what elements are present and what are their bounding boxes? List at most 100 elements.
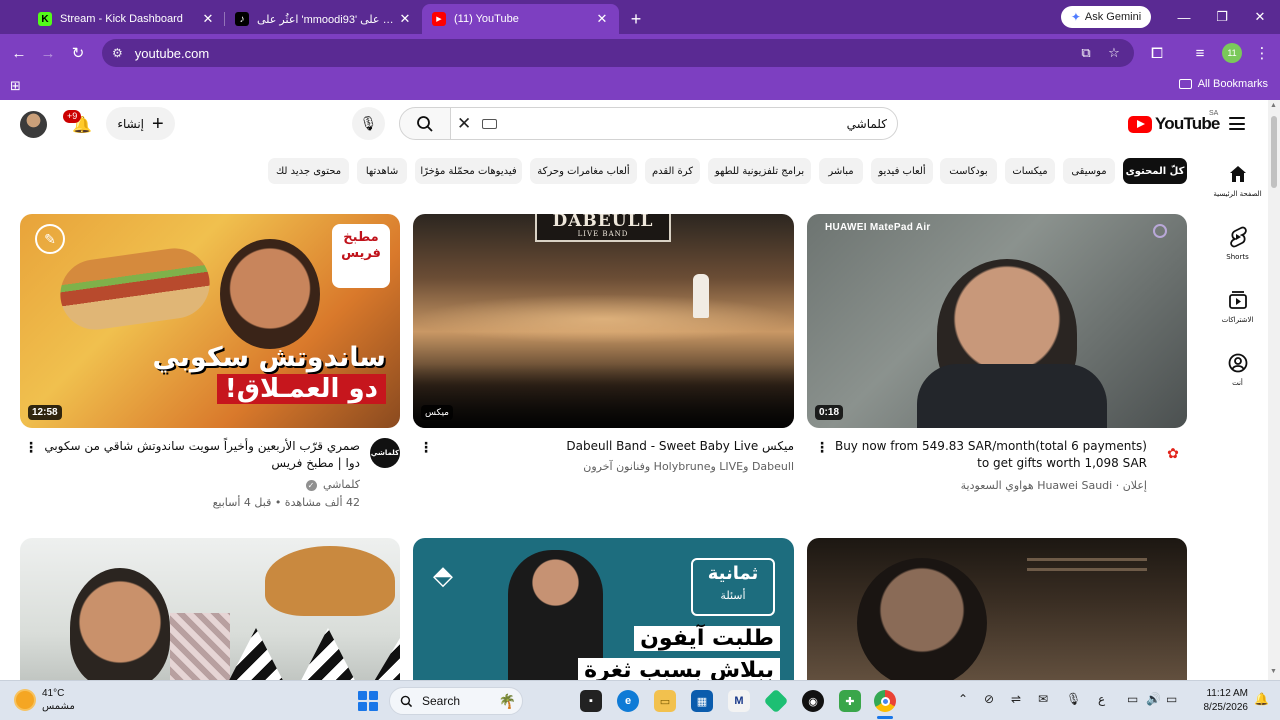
bookmark-star-icon[interactable]: ☆	[1104, 43, 1124, 63]
video-thumbnail[interactable]: مطبخ فريس ✎ ساندوتش سكوبي دو العمـلاق! 1…	[20, 214, 400, 428]
hamburger-menu-icon[interactable]	[1229, 117, 1245, 130]
taskbar-app-mail-icon[interactable]: M	[728, 690, 750, 712]
close-tab-icon[interactable]: ✕	[398, 11, 412, 27]
video-thumbnail[interactable]: ⬘ ثمانية أسئلة طلبت آيفون ببلاش بسبب ثغر…	[413, 538, 794, 680]
input-language-indicator[interactable]: ع	[1098, 692, 1105, 706]
chip-video-games[interactable]: ألعاب فيديو	[871, 158, 933, 184]
chip-action-adventure-games[interactable]: ألعاب مغامرات وحركة	[530, 158, 637, 184]
chip-all[interactable]: كلّ المحتوى	[1123, 158, 1187, 184]
video-mix-meta[interactable]: Dabeull وLIVE وHolybrune وفنانون آخرون	[440, 458, 794, 475]
taskbar-app-edge-icon[interactable]: e	[617, 690, 639, 712]
sidebar-item-shorts[interactable]: Shorts	[1210, 225, 1265, 261]
chip-recently-uploaded[interactable]: فيديوهات محمّلة مؤخرًا	[415, 158, 522, 184]
thumbnail-crowd-glow	[413, 294, 794, 344]
video-thumbnail[interactable]	[20, 538, 400, 680]
new-tab-button[interactable]: +	[621, 4, 651, 34]
scroll-up-arrow-icon[interactable]: ▲	[1270, 102, 1277, 109]
video-thumbnail[interactable]	[807, 538, 1187, 680]
kick-icon: K	[38, 12, 52, 26]
video-title[interactable]: ميكس Dabeull Band - Sweet Baby Live	[440, 438, 794, 455]
sidebar-item-you[interactable]: أنت	[1210, 351, 1265, 387]
taskbar-app-diamond-icon[interactable]	[763, 688, 789, 714]
chip-music[interactable]: موسيقى	[1063, 158, 1115, 184]
close-window-button[interactable]: ✕	[1241, 0, 1279, 34]
search-button[interactable]	[399, 107, 451, 140]
menu-kebab-icon[interactable]: ⋮	[1250, 41, 1274, 65]
taskbar-app-file-explorer-icon[interactable]: ▭	[654, 690, 676, 712]
youtube-wordmark: YouTube	[1155, 114, 1220, 133]
notification-bell-icon[interactable]: 🔔	[1254, 692, 1269, 706]
video-thumbnail[interactable]: DABEULL LIVE BAND ميكس	[413, 214, 794, 428]
reading-list-icon[interactable]: ≡	[1188, 41, 1212, 65]
site-info-icon[interactable]: ⚙	[112, 46, 123, 60]
taskbar-app-obs-icon[interactable]: ◉	[802, 690, 824, 712]
maximize-window-button[interactable]: ❐	[1203, 0, 1241, 34]
keyboard-icon[interactable]	[482, 119, 497, 129]
ask-gemini-button[interactable]: ✦ Ask Gemini	[1061, 6, 1151, 28]
video-thumbnail[interactable]: HUAWEI MatePad Air 0:18	[807, 214, 1187, 428]
channel-avatar[interactable]: كلماشي	[370, 438, 400, 468]
apps-grid-icon[interactable]: ⊞	[10, 78, 21, 94]
back-button[interactable]: ←	[7, 41, 31, 65]
chip-live[interactable]: مباشر	[819, 158, 863, 184]
show-hidden-icons-chevron-icon[interactable]: ⌃	[958, 692, 968, 706]
channel-name-row[interactable]: كلماشي ✓	[40, 476, 360, 493]
weather-widget[interactable]: 41°C مشمس	[16, 687, 75, 713]
voice-search-mic-icon[interactable]: 🎙	[352, 107, 385, 140]
tiktok-icon: ♪	[235, 12, 249, 26]
scrollbar-thumb[interactable]	[1271, 116, 1277, 188]
more-options-icon[interactable]: ⋮	[24, 440, 38, 454]
settings-sliders-icon[interactable]: ⇌	[1011, 692, 1021, 706]
tab-kick[interactable]: K Stream - Kick Dashboard ✕	[28, 4, 225, 34]
video-title[interactable]: صمري قرّب الأربعين وأخيراً سويت ساندوتش …	[40, 438, 360, 472]
taskbar-app-terminal-icon[interactable]: ▪	[580, 690, 602, 712]
chip-podcasts[interactable]: بودكاست	[940, 158, 997, 184]
chip-new-to-you[interactable]: محتوى جديد لك	[268, 158, 349, 184]
network-off-icon[interactable]: ⊘	[984, 692, 994, 706]
video-ad-meta[interactable]: إعلان · Huawei Saudi هواوي السعودية	[825, 477, 1147, 494]
minimize-window-button[interactable]: —	[1165, 0, 1203, 34]
taskbar-app-store-icon[interactable]: ▦	[691, 690, 713, 712]
extensions-icon[interactable]: ⧠	[1145, 41, 1169, 65]
display-icon[interactable]: ▭	[1127, 692, 1138, 706]
taskbar-app-kick-icon[interactable]: ✚	[839, 690, 861, 712]
battery-icon[interactable]: ▭	[1166, 692, 1177, 706]
close-tab-icon[interactable]: ✕	[201, 11, 215, 27]
tab-youtube[interactable]: ▶ (11) YouTube ✕	[422, 4, 619, 34]
profile-avatar[interactable]: 11	[1222, 43, 1242, 63]
huawei-logo-icon[interactable]: ✿	[1158, 438, 1188, 468]
taskbar-app-chrome-icon[interactable]	[874, 690, 896, 712]
video-title[interactable]: Buy now from 549.83 SAR/month(total 6 pa…	[825, 438, 1147, 472]
chip-cooking-shows[interactable]: برامج تلفزيونية للطهو	[708, 158, 811, 184]
chip-watched[interactable]: شاهدتها	[357, 158, 407, 184]
page-scrollbar[interactable]: ▲ ▼	[1268, 100, 1280, 680]
all-bookmarks-button[interactable]: All Bookmarks	[1178, 78, 1268, 90]
account-avatar[interactable]	[20, 111, 47, 138]
volume-icon[interactable]: 🔊	[1146, 692, 1161, 706]
install-app-icon[interactable]: ⧉	[1076, 43, 1096, 63]
reload-button[interactable]: ↻	[66, 41, 90, 65]
bookmarks-bar: ⊞ All Bookmarks	[0, 72, 1280, 100]
sidebar-item-subscriptions[interactable]: الاشتراكات	[1210, 288, 1265, 324]
youtube-logo[interactable]: YouTube SA	[1128, 110, 1220, 134]
more-options-icon[interactable]: ⋮	[815, 440, 829, 454]
more-options-icon[interactable]: ⋮	[419, 440, 433, 454]
tab-tiktok[interactable]: ♪ ‫TikTok على 'mmoodi93' اعثُر على‬ ✕	[225, 4, 422, 34]
system-clock[interactable]: 11:12 AM 8/25/2026	[1188, 687, 1249, 715]
taskbar-search[interactable]: Search 🌴	[389, 687, 523, 715]
mail-icon[interactable]: ✉	[1038, 692, 1048, 706]
start-button[interactable]	[358, 691, 378, 711]
microphone-icon[interactable]: 🎙	[1066, 692, 1081, 706]
scroll-down-arrow-icon[interactable]: ▼	[1270, 668, 1277, 675]
forward-button[interactable]: →	[36, 41, 60, 65]
sidebar-item-home[interactable]: الصفحة الرئيسية	[1210, 162, 1265, 198]
chip-mixes[interactable]: ميكسات	[1005, 158, 1055, 184]
show-badge-line1: ثمانية	[707, 563, 759, 584]
create-button[interactable]: إنشاء +	[106, 107, 175, 140]
close-tab-icon[interactable]: ✕	[595, 11, 609, 27]
address-bar[interactable]: ⚙ youtube.com ⧉ ☆	[102, 39, 1134, 67]
chip-football[interactable]: كرة القدم	[645, 158, 700, 184]
clear-search-icon[interactable]: ✕	[457, 114, 471, 134]
notifications-bell-icon[interactable]: 🔔 +9	[63, 110, 93, 136]
search-input[interactable]	[507, 114, 887, 134]
